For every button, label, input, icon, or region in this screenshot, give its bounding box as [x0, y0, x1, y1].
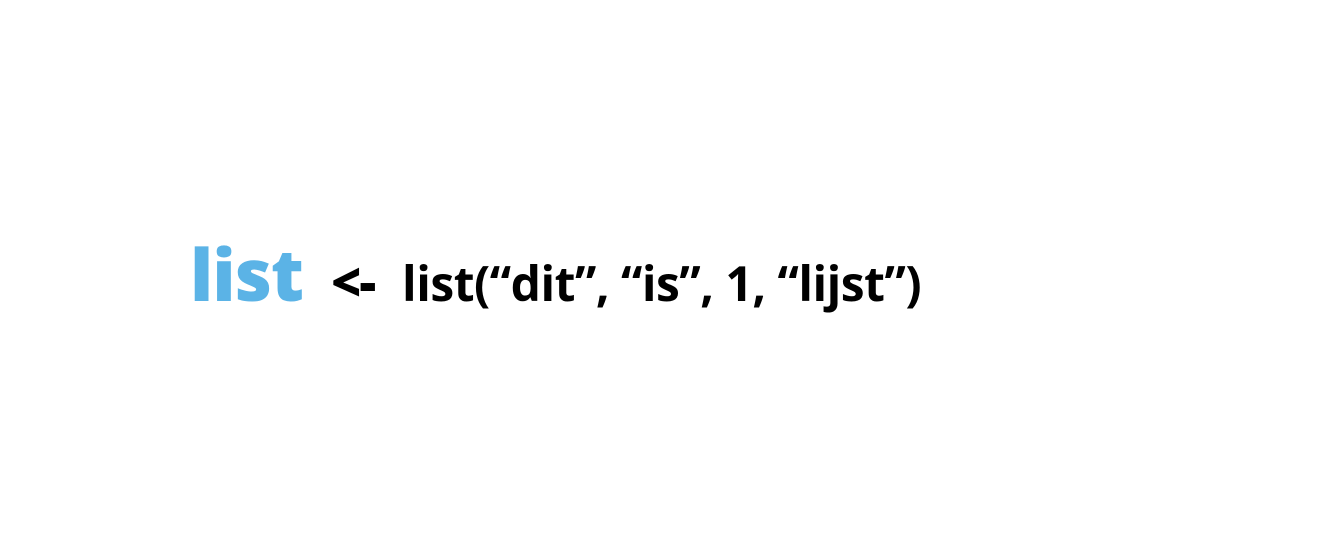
assignment-operator: <- — [331, 246, 374, 317]
code-assignment-line: list <- list(“dit”, “is”, 1, “lijst”) — [190, 225, 921, 323]
list-expression: list(“dit”, “is”, 1, “lijst”) — [402, 251, 921, 316]
variable-name: list — [190, 225, 303, 323]
